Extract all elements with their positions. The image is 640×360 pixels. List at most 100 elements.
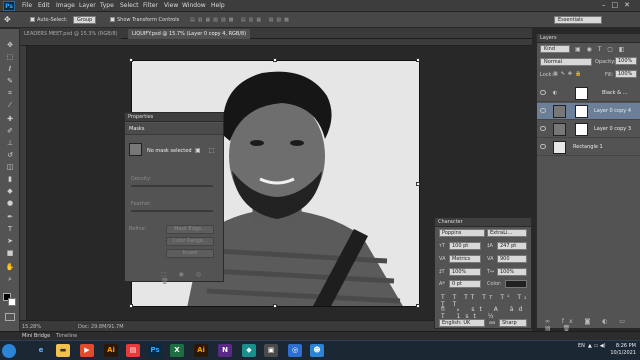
opentype-buttons[interactable]: ﬁ ℴ st A ād T 1st ½ bbox=[441, 306, 531, 320]
menu-type[interactable]: Type bbox=[100, 2, 114, 9]
feather-slider[interactable] bbox=[131, 210, 213, 212]
horizontal-scale-field[interactable]: 100% bbox=[497, 268, 527, 276]
layer-mask-thumbnail[interactable] bbox=[575, 123, 588, 136]
path-select-icon[interactable]: ➤ bbox=[4, 237, 16, 246]
quick-mask-icon[interactable] bbox=[5, 313, 15, 321]
excel-icon[interactable]: X bbox=[170, 344, 184, 357]
font-style-dropdown[interactable]: ExtraLi... bbox=[487, 229, 527, 237]
menu-help[interactable]: Help bbox=[211, 2, 225, 9]
type-icon[interactable]: T bbox=[4, 225, 16, 234]
illustrator-icon[interactable]: Ai bbox=[104, 344, 118, 357]
visibility-eye-icon[interactable] bbox=[540, 126, 546, 131]
move-icon[interactable]: ✥ bbox=[4, 41, 16, 50]
lasso-icon[interactable]: ℓ bbox=[4, 65, 16, 74]
layer-mask-thumbnail[interactable] bbox=[575, 87, 588, 100]
chrome-icon[interactable]: ◎ bbox=[288, 344, 302, 357]
density-slider[interactable] bbox=[131, 185, 213, 187]
transform-handle[interactable] bbox=[273, 304, 277, 308]
pen-icon[interactable]: ✒ bbox=[4, 213, 16, 222]
close-icon[interactable]: ✕ bbox=[624, 1, 636, 9]
transform-handle[interactable] bbox=[129, 58, 133, 62]
shape-icon[interactable]: ■ bbox=[4, 249, 16, 258]
layer-row[interactable]: ◐ Black & ... bbox=[537, 85, 640, 102]
layer-name[interactable]: Layer 0 copy 4 bbox=[594, 108, 631, 114]
show-transform-checkbox[interactable]: Show Transform Controls bbox=[110, 17, 179, 23]
pdf-icon[interactable]: ▤ bbox=[126, 344, 140, 357]
menu-file[interactable]: File bbox=[22, 2, 32, 9]
brush-icon[interactable]: ✐ bbox=[4, 127, 16, 136]
menu-select[interactable]: Select bbox=[120, 2, 139, 9]
layer-thumbnail[interactable] bbox=[553, 123, 566, 136]
quick-select-icon[interactable]: ✎ bbox=[4, 77, 16, 86]
layer-row[interactable]: Rectangle 1 bbox=[537, 139, 640, 156]
minimize-icon[interactable]: – bbox=[602, 1, 612, 9]
eyedropper-icon[interactable]: ⁄ bbox=[4, 101, 16, 110]
history-brush-icon[interactable]: ↺ bbox=[4, 151, 16, 160]
file-explorer-icon[interactable]: ▬ bbox=[56, 344, 70, 357]
layer-name[interactable]: Layer 0 copy 3 bbox=[594, 126, 631, 132]
filter-icons[interactable]: ▣ ◉ T ▢ ◧ bbox=[575, 46, 627, 53]
color-range-button[interactable]: Color Range... bbox=[166, 237, 214, 246]
eraser-icon[interactable]: ◫ bbox=[4, 163, 16, 172]
menu-edit[interactable]: Edit bbox=[38, 2, 50, 9]
move-tool-icon[interactable]: ✥ bbox=[4, 15, 11, 24]
auto-select-checkbox[interactable]: Auto-Select: bbox=[30, 17, 68, 23]
hand-icon[interactable]: ✋ bbox=[4, 263, 16, 272]
transform-handle[interactable] bbox=[129, 304, 133, 308]
properties-footer-icons[interactable]: ⬚ ◉ ◎ 🗑 bbox=[161, 271, 223, 285]
properties-panel-title[interactable]: Properties bbox=[125, 113, 223, 122]
clock-time[interactable]: 8:26 PM bbox=[616, 343, 636, 349]
character-panel-title[interactable]: Character bbox=[435, 218, 531, 227]
marquee-icon[interactable]: ⬚ bbox=[4, 53, 16, 62]
healing-icon[interactable]: ✚ bbox=[4, 115, 16, 124]
layer-row[interactable]: Layer 0 copy 3 bbox=[537, 121, 640, 138]
language-dropdown[interactable]: English: UK bbox=[439, 319, 485, 327]
photoshop-taskbar-icon[interactable]: Ps bbox=[148, 344, 162, 357]
people-icon[interactable]: ☻ bbox=[310, 344, 324, 357]
transform-handle[interactable] bbox=[416, 182, 420, 186]
tracking-field[interactable]: 900 bbox=[497, 255, 527, 263]
visibility-eye-icon[interactable] bbox=[540, 90, 546, 95]
transform-handle[interactable] bbox=[416, 58, 420, 62]
font-family-dropdown[interactable]: Poppins bbox=[439, 229, 485, 237]
background-color-swatch[interactable] bbox=[8, 298, 16, 306]
maximize-icon[interactable]: □ bbox=[612, 1, 625, 9]
align-icons[interactable]: ▤▥▦▧▨▩ ▤▥▦ ▧▨▩ bbox=[190, 17, 292, 23]
visibility-eye-icon[interactable] bbox=[540, 144, 546, 149]
kerning-field[interactable]: Metrics bbox=[449, 255, 481, 263]
workspace-dropdown[interactable]: Essentials bbox=[554, 16, 602, 24]
lock-icons[interactable]: ▦✎✥🔒 bbox=[553, 71, 584, 77]
stamp-icon[interactable]: ⊥ bbox=[4, 139, 16, 148]
layer-row[interactable]: Layer 0 copy 4 bbox=[537, 103, 640, 120]
tab-liquify[interactable]: LIQUIFY.psd @ 15.7% (Layer 0 copy 4, RGB… bbox=[128, 29, 251, 39]
menu-layer[interactable]: Layer bbox=[79, 2, 96, 9]
mask-type-icons[interactable]: ▣ ⬚ bbox=[195, 147, 217, 154]
start-button-icon[interactable] bbox=[2, 344, 16, 358]
invert-button[interactable]: Invert bbox=[166, 249, 214, 258]
internet-explorer-icon[interactable]: e bbox=[34, 344, 48, 357]
blend-mode-dropdown[interactable]: Normal bbox=[540, 58, 592, 66]
tab-mini-bridge[interactable]: Mini Bridge bbox=[22, 333, 50, 339]
zoom-icon[interactable]: ⌕ bbox=[4, 275, 16, 284]
menu-window[interactable]: Window bbox=[182, 2, 206, 9]
zoom-level[interactable]: 15.28% bbox=[22, 324, 41, 330]
blur-icon[interactable]: ◆ bbox=[4, 187, 16, 196]
onenote-icon[interactable]: N bbox=[218, 344, 232, 357]
tab-timeline[interactable]: Timeline bbox=[56, 333, 77, 339]
language-indicator[interactable]: EN bbox=[578, 343, 585, 349]
font-size-field[interactable]: 100 pt bbox=[449, 242, 481, 250]
menu-image[interactable]: Image bbox=[56, 2, 75, 9]
layer-thumbnail[interactable] bbox=[553, 141, 566, 154]
layer-name[interactable]: Black & ... bbox=[602, 90, 627, 96]
menu-filter[interactable]: Filter bbox=[143, 2, 158, 9]
layer-thumbnail[interactable] bbox=[553, 105, 566, 118]
antialias-dropdown[interactable]: Sharp bbox=[499, 319, 527, 327]
auto-select-dropdown[interactable]: Group bbox=[73, 16, 97, 24]
window-icon[interactable]: ▣ bbox=[264, 344, 278, 357]
visibility-eye-icon[interactable] bbox=[540, 108, 546, 113]
layer-footer-icons[interactable]: ∞ fx ◙ ◐ ▭ ▤ 🗑 bbox=[545, 318, 640, 332]
media-player-icon[interactable]: ▶ bbox=[80, 344, 94, 357]
layers-panel-title[interactable]: Layers bbox=[537, 34, 640, 43]
transform-handle[interactable] bbox=[273, 58, 277, 62]
text-color-swatch[interactable] bbox=[505, 280, 527, 288]
